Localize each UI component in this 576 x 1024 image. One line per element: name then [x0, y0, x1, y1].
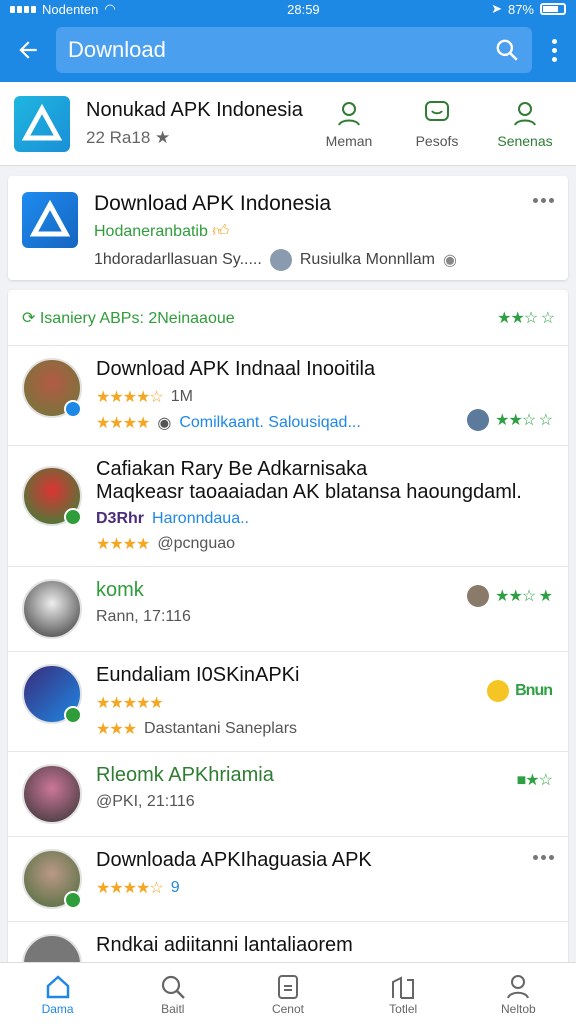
arrow-left-icon — [19, 41, 37, 59]
star-icon: ★ — [155, 128, 171, 147]
featured-description: 1hdoradarllasuan Sy..... — [94, 251, 262, 268]
list-item[interactable]: Downloada APKIhaguasia APK ★★★★☆ 9 — [8, 837, 568, 922]
nav-home[interactable]: Dama — [18, 972, 98, 1016]
battery-icon — [540, 3, 566, 15]
search-input[interactable]: Download — [56, 27, 532, 73]
rating-stars: ★★☆ ☆ — [497, 309, 555, 327]
refresh-icon[interactable]: ⟳ — [22, 310, 35, 327]
featured-app-card[interactable]: Download APK Indonesia Hodaneranbatib 👍︎… — [8, 176, 568, 280]
list-item[interactable]: Rleomk APKhriamia @PKI, 21:116 ■★☆ — [8, 752, 568, 837]
nav-search[interactable]: Baitl — [133, 972, 213, 1016]
carrier-name: Nodenten — [42, 1, 99, 17]
list-item[interactable]: Download APK Indnaal Inooitila ★★★★☆ 1M ★… — [8, 346, 568, 446]
list-header: ⟳ Isaniery ABPs: 2Neinaaoue ★★☆ ☆ — [8, 290, 568, 346]
overflow-menu-button[interactable] — [542, 38, 566, 62]
action-meman[interactable]: Meman — [312, 99, 386, 149]
featured-author: Rusiulka Monnllam — [299, 251, 435, 268]
search-icon — [161, 975, 185, 999]
action-pesofs[interactable]: Pesofs — [400, 99, 474, 149]
action-senenas[interactable]: Senenas — [488, 99, 562, 149]
avatar — [22, 764, 82, 824]
avatar — [22, 849, 82, 909]
nav-library[interactable]: Totlel — [363, 972, 443, 1016]
folder-icon — [392, 975, 415, 999]
thumbs-up-icon: 👍︎ — [212, 223, 230, 240]
location-icon: ➤ — [491, 1, 502, 16]
back-button[interactable] — [10, 32, 46, 68]
triangle-logo-icon — [22, 103, 62, 140]
list-header-label: Isaniery ABPs: 2Neinaaoue — [39, 309, 235, 327]
avatar — [22, 579, 82, 639]
more-options-button[interactable] — [533, 198, 554, 203]
app-list-card: ⟳ Isaniery ABPs: 2Neinaaoue ★★☆ ☆ Downlo… — [8, 290, 568, 994]
list-item[interactable]: komk Rann, 17:116 ★★☆ ★ — [8, 567, 568, 652]
search-query: Download — [68, 37, 166, 62]
verified-icon: ◉ — [442, 252, 457, 269]
app-header-card: Nonukad APK Indonesia 22 Ra18 ★ Meman Pe… — [0, 82, 576, 166]
avatar — [22, 664, 82, 724]
info-icon: ◉ — [157, 415, 172, 432]
battery-percent: 87% — [507, 1, 534, 17]
chat-smile-icon — [425, 100, 449, 121]
status-bar: Nodenten ◠ 28:59 ➤ 87% — [0, 0, 576, 18]
rating-stars: ★★★★☆ — [96, 389, 164, 406]
avatar — [22, 358, 82, 418]
triangle-logo-icon — [30, 200, 70, 237]
profile-icon — [514, 101, 536, 126]
signal-icon — [10, 5, 36, 13]
profile-icon — [507, 974, 530, 998]
app-meta: 22 Ra18 — [86, 128, 151, 147]
list-item[interactable]: Cafiakan Rary Be Adkarnisaka Maqkeasr ta… — [8, 446, 568, 567]
user-icon — [338, 101, 360, 126]
search-icon[interactable] — [494, 37, 520, 63]
author-avatar — [269, 249, 292, 271]
featured-title: Download APK Indonesia — [94, 192, 331, 215]
nav-content[interactable]: Cenot — [248, 972, 328, 1016]
bottom-navigation: Dama Baitl Cenot Totlel Neltob — [0, 962, 576, 1024]
home-icon — [46, 974, 69, 998]
featured-app-logo — [22, 192, 78, 248]
wifi-icon: ◠ — [104, 1, 116, 16]
app-title: Nonukad APK Indonesia — [86, 99, 303, 121]
list-item[interactable]: Eundaliam I0SKinAPKi ★★★★★ ★★★ Dastantan… — [8, 652, 568, 752]
avatar — [22, 466, 82, 526]
app-bar: Download — [0, 18, 576, 82]
clock: 28:59 — [287, 1, 320, 17]
app-logo[interactable] — [14, 95, 70, 152]
document-icon — [277, 974, 298, 999]
nav-profile[interactable]: Neltob — [478, 972, 558, 1016]
more-options-button[interactable] — [533, 855, 554, 860]
featured-subtitle: Hodaneranbatib — [94, 223, 208, 240]
